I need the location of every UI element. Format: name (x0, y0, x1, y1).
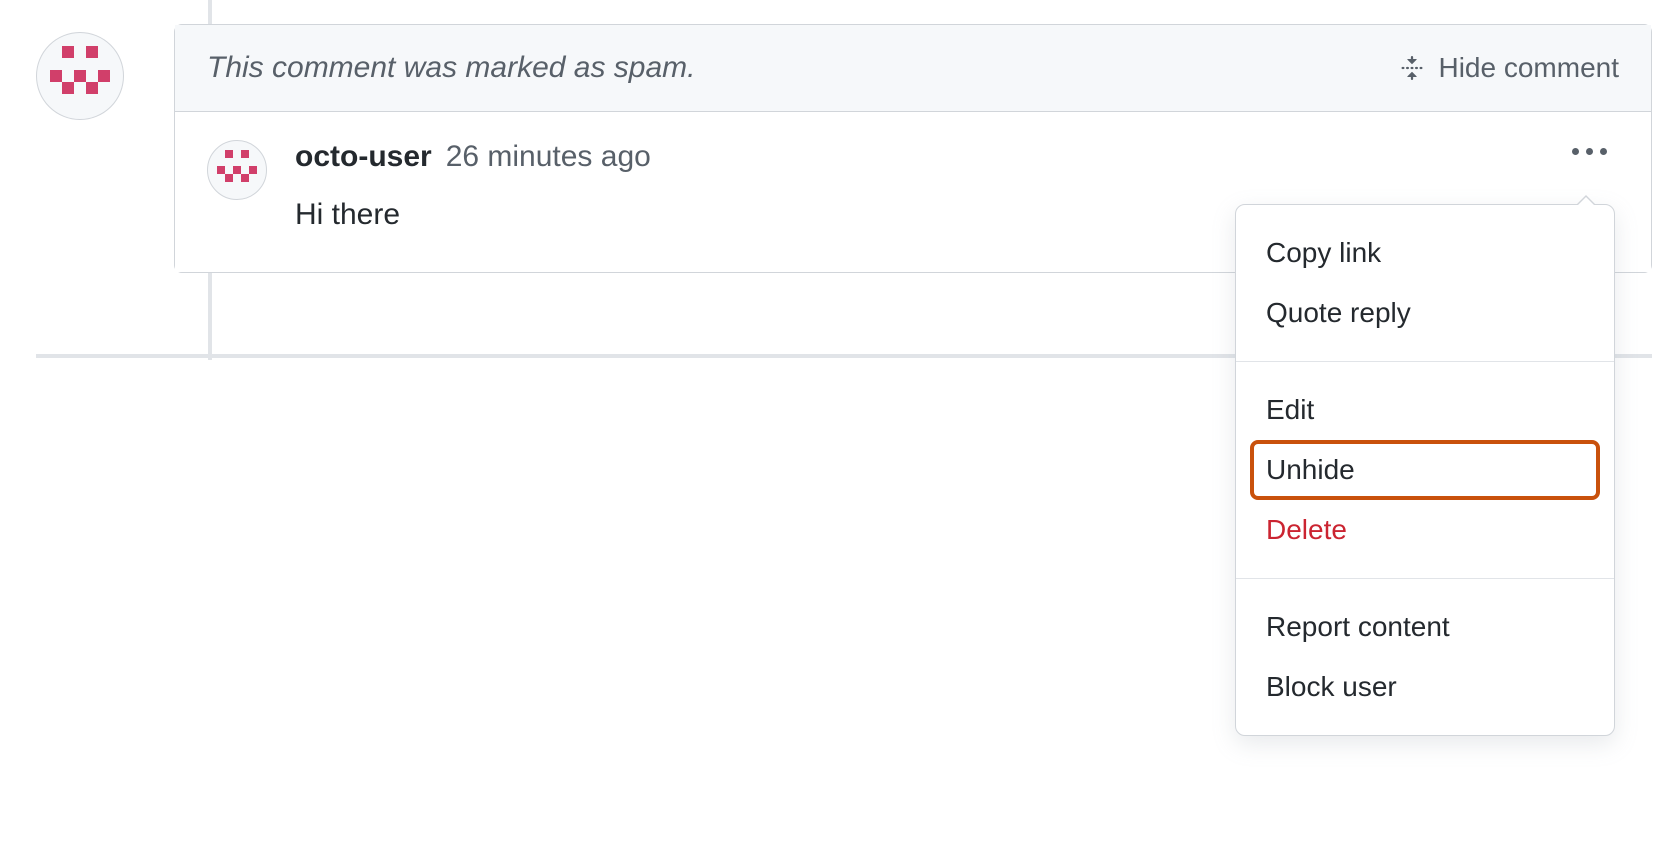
delete-item[interactable]: Delete (1236, 500, 1614, 560)
fold-icon (1398, 54, 1426, 82)
quote-reply-item[interactable]: Quote reply (1236, 283, 1614, 343)
dropdown-section-1: Copy link Quote reply (1236, 205, 1614, 361)
identicon-icon (50, 46, 110, 106)
hide-comment-button[interactable]: Hide comment (1398, 52, 1619, 84)
comment-meta: octo-user 26 minutes ago (295, 140, 1619, 174)
report-content-item[interactable]: Report content (1236, 597, 1614, 657)
author-avatar-large[interactable] (36, 32, 124, 120)
dropdown-section-3: Report content Block user (1236, 578, 1614, 735)
hide-comment-label: Hide comment (1438, 52, 1619, 84)
comment-card: This comment was marked as spam. Hide co… (174, 24, 1652, 273)
unhide-item[interactable]: Unhide (1250, 440, 1600, 500)
spam-banner: This comment was marked as spam. Hide co… (175, 25, 1651, 112)
actions-dropdown: Copy link Quote reply Edit Unhide Delete… (1235, 204, 1615, 736)
comment-body: octo-user 26 minutes ago Hi there Copy l… (175, 112, 1651, 272)
username-link[interactable]: octo-user (295, 140, 432, 174)
copy-link-item[interactable]: Copy link (1236, 223, 1614, 283)
identicon-icon (217, 150, 256, 189)
comment-container: This comment was marked as spam. Hide co… (0, 0, 1660, 273)
edit-item[interactable]: Edit (1236, 380, 1614, 440)
block-user-item[interactable]: Block user (1236, 657, 1614, 717)
spam-notice-text: This comment was marked as spam. (207, 51, 695, 85)
timestamp[interactable]: 26 minutes ago (446, 140, 651, 174)
kebab-icon (1572, 148, 1607, 155)
dropdown-section-2: Edit Unhide Delete (1236, 361, 1614, 578)
kebab-menu-button[interactable] (1564, 140, 1615, 163)
author-avatar-small[interactable] (207, 140, 267, 200)
